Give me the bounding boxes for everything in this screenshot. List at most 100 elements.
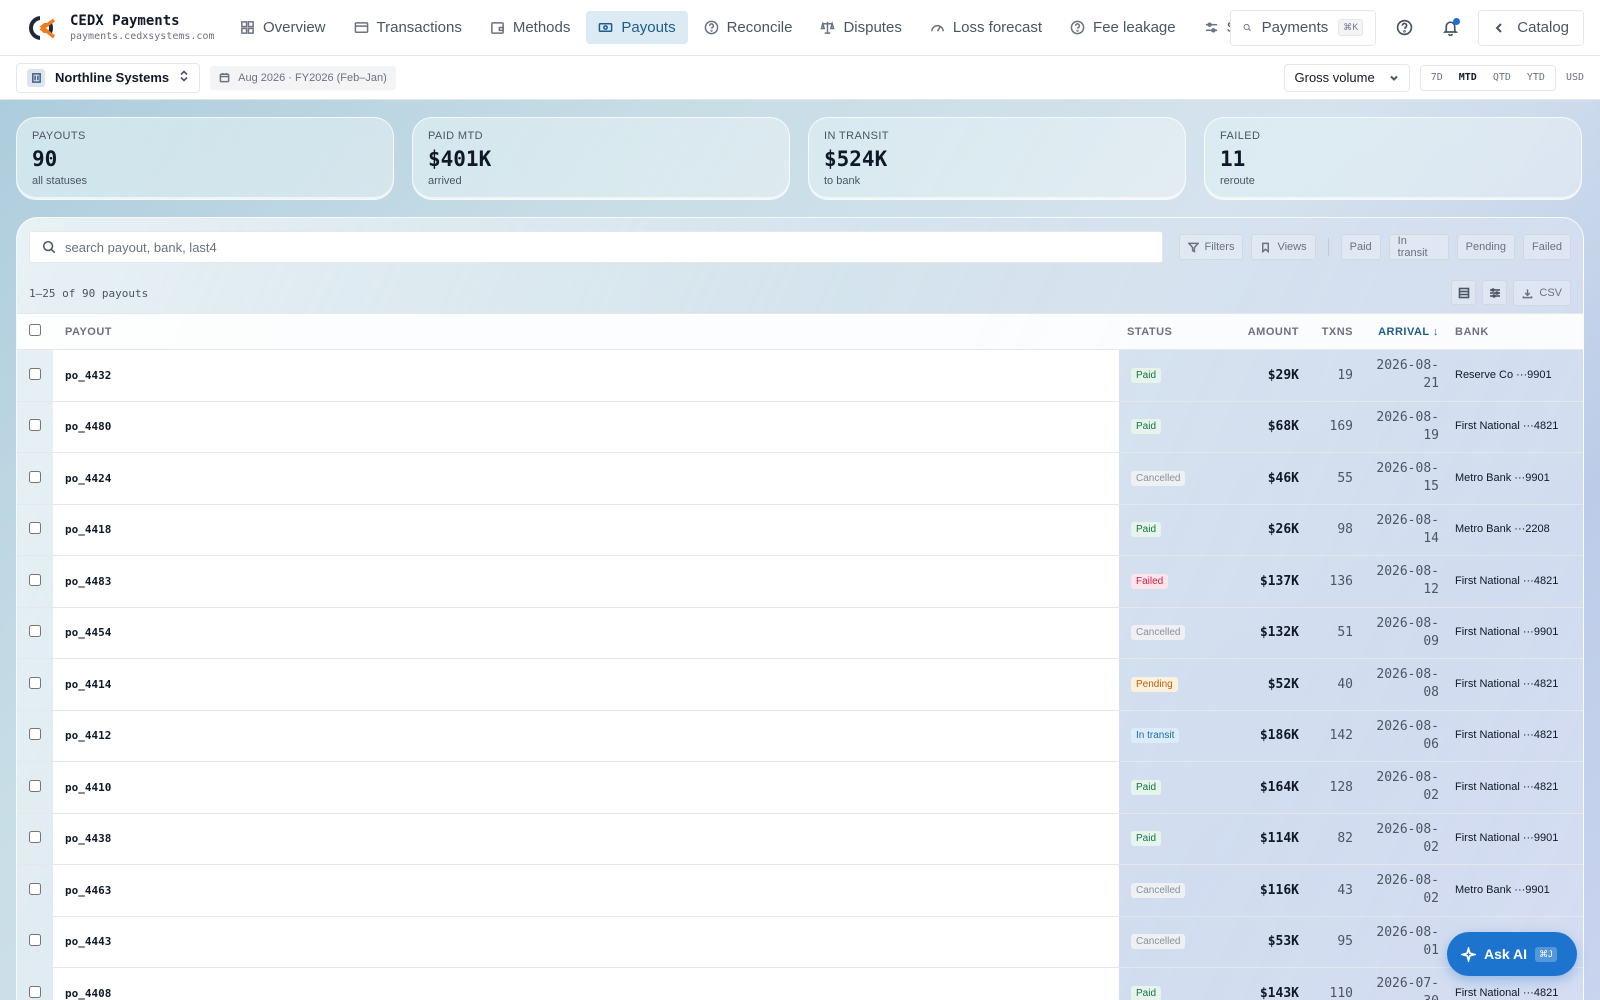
- table-row[interactable]: po_4418 Paid $26K 98 2026-08-14 Metro Bank ··…: [17, 504, 1583, 556]
- csv-export-button[interactable]: CSV: [1513, 280, 1571, 306]
- table-row[interactable]: po_4443Cancelled$53K952026-08-01First Na…: [17, 916, 1583, 968]
- tab-methods[interactable]: Methods: [478, 11, 583, 44]
- toolbar-divider: [1327, 238, 1329, 256]
- payout-id[interactable]: po_4432: [53, 349, 1119, 402]
- kpi-failed[interactable]: FAILED 11 reroute: [1204, 117, 1582, 200]
- ask-ai-button[interactable]: Ask AI ⌘J: [1447, 932, 1577, 976]
- tab-disputes[interactable]: Disputes: [808, 11, 913, 44]
- metric-select[interactable]: Gross volume: [1283, 63, 1410, 92]
- table-row[interactable]: po_4454 Cancelled $132K 51 2026-08-09 First N…: [17, 607, 1583, 659]
- row-checkbox[interactable]: [29, 831, 41, 844]
- row-select-cell: [17, 710, 53, 762]
- txns-cell: 142: [1307, 710, 1361, 762]
- tab-reconcile[interactable]: Reconcile: [692, 11, 805, 44]
- table-row[interactable]: po_4412 In transit $186K 142 2026-08-06 First…: [17, 710, 1583, 762]
- payout-id[interactable]: po_4438: [53, 813, 1119, 865]
- table-search-input[interactable]: search payout, bank, last4: [29, 231, 1163, 263]
- payout-id[interactable]: po_4418: [53, 504, 1119, 556]
- row-checkbox[interactable]: [29, 522, 41, 535]
- payout-id[interactable]: po_4408: [53, 967, 1119, 1000]
- org-selector[interactable]: Northline Systems: [16, 62, 201, 93]
- tab-payouts[interactable]: Payouts: [586, 11, 688, 44]
- row-checkbox[interactable]: [29, 985, 41, 998]
- status-cell: Paid: [1119, 967, 1229, 1000]
- col-amount[interactable]: AMOUNT: [1229, 313, 1307, 350]
- kpi-label: PAYOUTS: [32, 130, 86, 142]
- status-filter-paid[interactable]: Paid: [1340, 234, 1381, 260]
- currency-label[interactable]: USD: [1566, 72, 1584, 83]
- columns-button[interactable]: [1482, 280, 1508, 305]
- amount-cell: $132K: [1229, 607, 1307, 659]
- status-filter-pending[interactable]: Pending: [1456, 234, 1516, 260]
- row-checkbox[interactable]: [29, 676, 41, 689]
- range-qtd[interactable]: QTD: [1485, 67, 1519, 89]
- col-bank[interactable]: BANK: [1447, 313, 1583, 350]
- status-filter-failed[interactable]: Failed: [1523, 234, 1571, 260]
- range-7d[interactable]: 7D: [1423, 67, 1451, 89]
- payout-id[interactable]: po_4410: [53, 761, 1119, 814]
- period-selector[interactable]: Aug 2026 · FY2026 (Feb–Jan): [210, 65, 396, 90]
- col-arrival[interactable]: ARRIVAL ↓: [1361, 313, 1447, 350]
- row-checkbox[interactable]: [29, 367, 41, 380]
- status-filter-in-transit[interactable]: In transit: [1388, 234, 1449, 260]
- status-badge: Paid: [1131, 419, 1162, 435]
- txns-cell: 51: [1307, 607, 1361, 659]
- payout-id[interactable]: po_4414: [53, 658, 1119, 711]
- row-checkbox[interactable]: [29, 882, 41, 895]
- row-checkbox[interactable]: [29, 419, 41, 432]
- table-row[interactable]: po_4463 Cancelled $116K 43 2026-08-02 Metro B…: [17, 864, 1583, 917]
- payout-id[interactable]: po_4412: [53, 710, 1119, 762]
- kpi-paid-mtd[interactable]: PAID MTD $401K arrived: [412, 117, 790, 200]
- table-row[interactable]: po_4414 Pending $52K 40 2026-08-08 First Nati…: [17, 658, 1583, 711]
- kpi-in-transit[interactable]: IN TRANSIT $524K to bank: [808, 117, 1186, 200]
- views-button[interactable]: Views: [1251, 234, 1316, 260]
- kpi-sub: arrived: [428, 175, 462, 187]
- col-status[interactable]: STATUS: [1119, 313, 1229, 350]
- col-payout[interactable]: PAYOUT: [53, 313, 1119, 350]
- select-all-checkbox[interactable]: [29, 324, 41, 336]
- col-txns[interactable]: TXNS: [1307, 313, 1361, 350]
- bank-cell: Metro Bank ···2208: [1447, 504, 1583, 556]
- range-ytd[interactable]: YTD: [1519, 67, 1553, 89]
- payout-id[interactable]: po_4463: [53, 864, 1119, 917]
- brand[interactable]: CEDX Payments payments.cedxsystems.com: [0, 13, 228, 42]
- table-row[interactable]: po_4480 Paid $68K 169 2026-08-19 First Nation…: [17, 401, 1583, 453]
- table-row[interactable]: po_4408Paid$143K1102026-07-30First Natio…: [17, 967, 1583, 1000]
- tab-settings[interactable]: Se: [1192, 11, 1230, 44]
- catalog-button[interactable]: Catalog: [1478, 9, 1584, 46]
- tab-loss-forecast[interactable]: Loss forecast: [918, 11, 1054, 44]
- tab-fee-leakage[interactable]: Fee leakage: [1058, 11, 1188, 44]
- row-checkbox[interactable]: [29, 625, 41, 638]
- filters-button[interactable]: Filters: [1178, 234, 1244, 260]
- row-checkbox[interactable]: [29, 728, 41, 741]
- tab-transactions[interactable]: Transactions: [342, 11, 474, 44]
- payout-id[interactable]: po_4483: [53, 555, 1119, 608]
- row-checkbox[interactable]: [29, 934, 41, 947]
- payout-id[interactable]: po_4480: [53, 401, 1119, 453]
- notifications-button[interactable]: [1432, 10, 1468, 46]
- kpi-value: $401K: [428, 147, 492, 171]
- grid-icon: [241, 21, 254, 34]
- payout-id[interactable]: po_4454: [53, 607, 1119, 659]
- kpi-payouts[interactable]: PAYOUTS 90 all statuses: [16, 117, 394, 200]
- payout-id[interactable]: po_4443: [53, 916, 1119, 968]
- payout-id[interactable]: po_4424: [53, 452, 1119, 505]
- row-checkbox[interactable]: [29, 779, 41, 792]
- tab-overview[interactable]: Overview: [228, 11, 338, 44]
- table-row[interactable]: po_4410 Paid $164K 128 2026-08-02 First Natio…: [17, 761, 1583, 814]
- table-row[interactable]: po_4424 Cancelled $46K 55 2026-08-15 Metro Ba…: [17, 452, 1583, 505]
- global-search-button[interactable]: Payments ⌘K: [1230, 9, 1377, 46]
- bank-cell: Metro Bank ···9901: [1447, 452, 1583, 505]
- row-checkbox[interactable]: [29, 470, 41, 483]
- table-row[interactable]: po_4432 Paid $29K 19 2026-08-21 Reserve Co ··…: [17, 349, 1583, 402]
- table-row[interactable]: po_4483 Failed $137K 136 2026-08-12 First Nat…: [17, 555, 1583, 608]
- status-badge: Paid: [1131, 779, 1162, 795]
- row-checkbox[interactable]: [29, 573, 41, 586]
- arrival-cell: 2026-08-02: [1361, 864, 1447, 917]
- wallet-icon: [490, 22, 504, 34]
- range-mtd[interactable]: MTD: [1451, 67, 1485, 89]
- row-select-cell: [17, 555, 53, 608]
- help-button[interactable]: [1386, 10, 1422, 46]
- density-button[interactable]: [1451, 280, 1477, 305]
- table-row[interactable]: po_4438 Paid $114K 82 2026-08-02 First Nation…: [17, 813, 1583, 865]
